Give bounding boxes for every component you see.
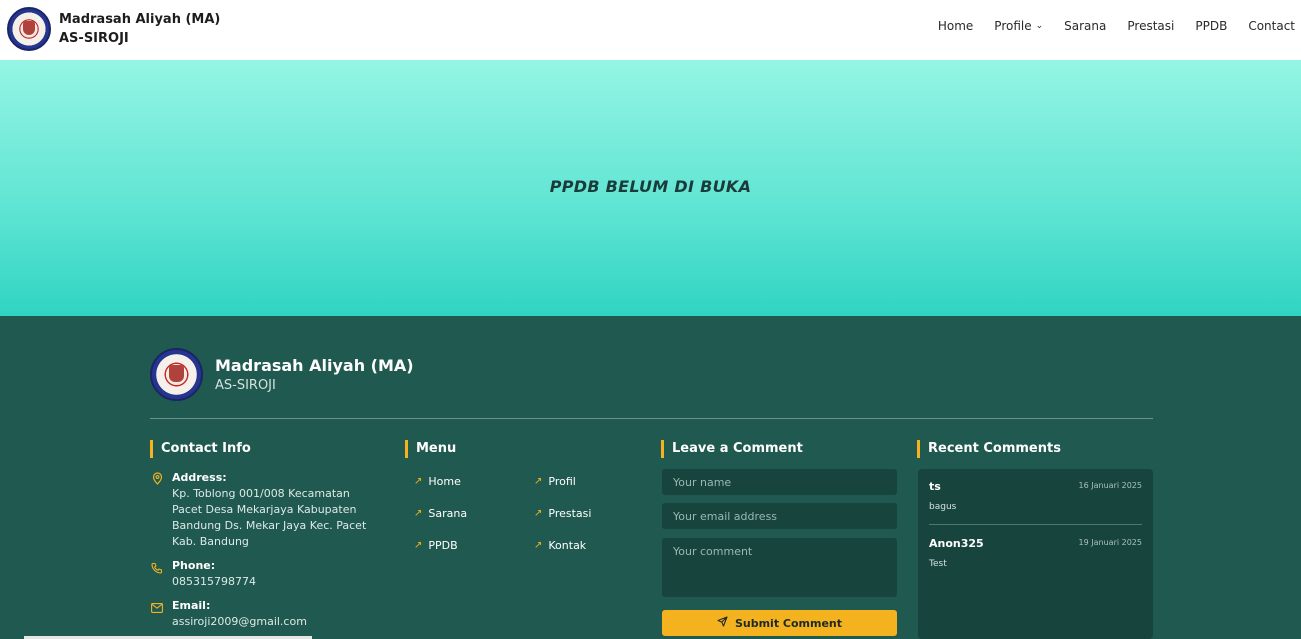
nav-ppdb[interactable]: PPDB (1195, 19, 1227, 33)
footer-link-ppdb[interactable]: ↗ PPDB (414, 539, 458, 552)
recent-comments-list: ts 16 Januari 2025 bagus Anon325 19 Janu… (918, 469, 1153, 639)
footer-link-prestasi[interactable]: ↗ Prestasi (534, 507, 591, 520)
contact-heading: Contact Info (150, 440, 251, 458)
brand-title: Madrasah Aliyah (MA) (59, 12, 221, 27)
nav-sarana[interactable]: Sarana (1064, 19, 1106, 33)
brand-text: Madrasah Aliyah (MA) AS-SIROJI (59, 10, 220, 48)
footer-logo (150, 348, 203, 401)
comment-date: 19 Januari 2025 (1078, 538, 1142, 547)
chevron-down-icon: ⌄ (1035, 21, 1044, 31)
email-label: Email: (172, 599, 211, 612)
phone-value[interactable]: 085315798774 (172, 574, 382, 590)
comment-date: 16 Januari 2025 (1078, 481, 1142, 490)
nav-contact[interactable]: Contact (1248, 19, 1295, 33)
location-pin-icon (150, 472, 164, 550)
footer-link-profil[interactable]: ↗ Profil (534, 475, 576, 488)
external-link-icon: ↗ (534, 508, 543, 519)
footer-divider (150, 418, 1153, 419)
footer-link-sarana[interactable]: ↗ Sarana (414, 507, 467, 520)
comment-text: bagus (929, 502, 957, 512)
footer-link-label: Profil (548, 475, 576, 488)
address-label: Address: (172, 471, 227, 484)
email-input[interactable]: Your email address (662, 503, 897, 529)
footer-link-kontak[interactable]: ↗ Kontak (534, 539, 586, 552)
phone-icon (150, 562, 164, 590)
footer-link-label: Prestasi (548, 507, 592, 520)
comment-item: Anon325 19 Januari 2025 Test (929, 537, 1142, 569)
external-link-icon: ↗ (534, 476, 543, 487)
brand[interactable]: Madrasah Aliyah (MA) AS-SIROJI (7, 7, 220, 51)
nav-home[interactable]: Home (938, 19, 973, 33)
nav-profile-label: Profile (994, 19, 1032, 33)
contact-phone: Phone: 085315798774 (150, 558, 382, 590)
email-value[interactable]: assiroji2009@gmail.com (172, 614, 382, 630)
hero-title: PPDB BELUM DI BUKA (549, 176, 752, 196)
nav-prestasi[interactable]: Prestasi (1127, 19, 1174, 33)
footer-link-label: Sarana (428, 507, 468, 520)
address-value: Kp. Toblong 001/008 Kecamatan Pacet Desa… (172, 487, 367, 548)
brand-subtitle: AS-SIROJI (59, 31, 129, 46)
hero-banner: PPDB BELUM DI BUKA (0, 60, 1301, 316)
comment-heading: Leave a Comment (661, 440, 803, 458)
comment-textarea[interactable]: Your comment (662, 538, 897, 597)
contact-email: Email: assiroji2009@gmail.com (150, 598, 382, 630)
external-link-icon: ↗ (534, 540, 543, 551)
footer-link-home[interactable]: ↗ Home (414, 475, 461, 488)
mail-icon (150, 602, 164, 630)
site-header: Madrasah Aliyah (MA) AS-SIROJI Home Prof… (0, 0, 1301, 60)
footer-brand-name: Madrasah Aliyah (MA) (215, 355, 414, 375)
external-link-icon: ↗ (414, 540, 423, 551)
phone-label: Phone: (172, 559, 216, 572)
school-logo (7, 7, 51, 51)
nav-profile[interactable]: Profile ⌄ (994, 19, 1043, 33)
external-link-icon: ↗ (414, 476, 423, 487)
name-input[interactable]: Your name (662, 469, 897, 495)
external-link-icon: ↗ (414, 508, 423, 519)
footer-brand-sub: AS-SIROJI (215, 377, 276, 393)
footer-brand: Madrasah Aliyah (MA) AS-SIROJI (150, 348, 414, 401)
footer-link-label: PPDB (428, 539, 458, 552)
send-icon (717, 616, 728, 630)
comment-text: Test (929, 559, 947, 569)
comment-item: ts 16 Januari 2025 bagus (929, 480, 1142, 512)
footer-link-label: Home (428, 475, 461, 488)
contact-address: Address: Kp. Toblong 001/008 Kecamatan P… (150, 470, 382, 550)
submit-label: Submit Comment (734, 616, 843, 630)
menu-heading: Menu (405, 440, 456, 458)
main-nav: Home Profile ⌄ Sarana Prestasi PPDB Cont… (917, 19, 1295, 33)
footer-link-label: Kontak (548, 539, 587, 552)
submit-comment-button[interactable]: Submit Comment (662, 610, 897, 636)
recent-heading: Recent Comments (917, 440, 1061, 458)
site-footer: Madrasah Aliyah (MA) AS-SIROJI Contact I… (0, 316, 1301, 639)
comment-divider (929, 524, 1142, 525)
